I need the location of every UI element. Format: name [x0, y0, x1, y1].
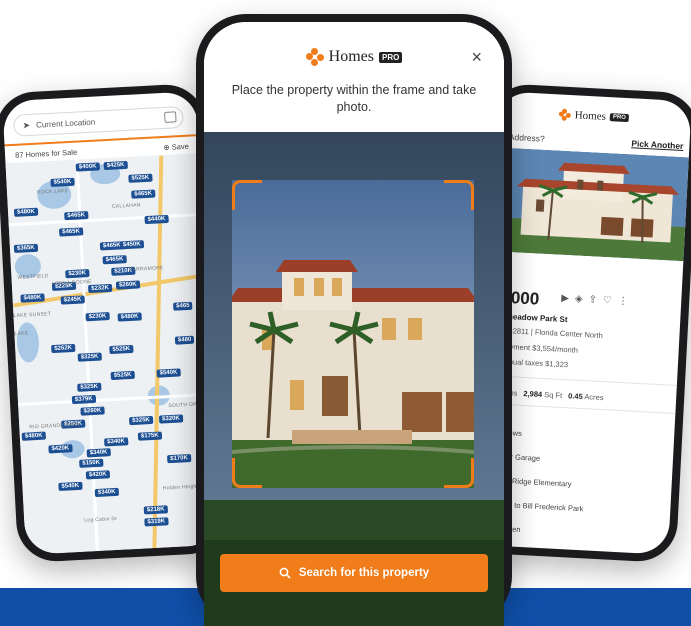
pro-badge: PRO [609, 113, 630, 123]
camera-screen: Homes PRO × Place the property within th… [204, 22, 504, 626]
frame-corner-top-left [232, 180, 262, 210]
location-arrow-icon: ➤ [22, 119, 31, 130]
map-area-label: LAKE [14, 330, 29, 338]
map-price-pin[interactable]: $465 [173, 301, 193, 311]
instruction-text: Place the property within the frame and … [231, 83, 477, 114]
marketing-stage: ➤ Current Location 87 Homes for Sale ⊕ S… [0, 0, 691, 626]
map-area-label: LORNA DOONE [51, 278, 92, 288]
map-area-label: SOUTH OR [168, 401, 198, 410]
play-icon[interactable]: ▶ [561, 293, 569, 304]
map-price-pin[interactable]: $325K [128, 415, 154, 426]
map-price-pin[interactable]: $420K [85, 470, 110, 480]
location-search-bar[interactable]: ➤ Current Location [12, 105, 184, 137]
share-icon[interactable]: ⇪ [588, 294, 597, 305]
map-area-label: CALLAHAN [111, 202, 141, 210]
map-price-pin[interactable]: $540K [58, 481, 83, 491]
map-area-label: Log Cabin Dr [84, 515, 118, 524]
map-price-pin[interactable]: $465K [102, 255, 127, 265]
pick-another-link[interactable]: Pick Another [631, 138, 684, 151]
map-price-pin[interactable]: $319K [144, 517, 169, 527]
map-price-pin[interactable]: $400K [75, 162, 100, 172]
street [8, 212, 209, 227]
map-price-pin[interactable]: $525K [110, 370, 135, 381]
favorite-icon[interactable]: ♡ [603, 295, 613, 306]
map-price-pin[interactable]: $525K [128, 173, 153, 183]
map-price-pin[interactable]: $320K [158, 414, 183, 424]
map-price-pin[interactable]: $325K [77, 352, 102, 362]
map-price-pin[interactable]: $465K [64, 211, 89, 221]
map-price-pin[interactable]: $450K [119, 240, 144, 250]
homes-count: 87 Homes for Sale [14, 147, 78, 160]
map-price-pin[interactable]: $540K [50, 177, 75, 187]
map-area-label: WESTFIELD [17, 273, 49, 281]
map-price-pin[interactable]: $540K [156, 368, 181, 378]
divider [483, 374, 677, 386]
frame-corner-bottom-left [232, 458, 262, 488]
map-price-pin[interactable]: $480K [13, 207, 38, 217]
map-price-pin[interactable]: $260K [115, 280, 140, 290]
listing-photo[interactable] [489, 147, 689, 262]
house-photo [489, 147, 689, 262]
homes-logo-icon [558, 108, 571, 121]
map-price-pin[interactable]: $150K [79, 458, 104, 468]
location-placeholder: Current Location [35, 117, 96, 130]
save-search-button[interactable]: ⊕ Save [163, 142, 189, 152]
map-price-pin[interactable]: $340K [94, 487, 119, 498]
map-price-pin[interactable]: $340K [86, 448, 111, 458]
more-icon[interactable]: ⋮ [618, 296, 629, 308]
map-price-pin[interactable]: $480K [21, 431, 46, 441]
center-phone: Homes PRO × Place the property within th… [196, 14, 512, 626]
map-price-pin[interactable]: $245K [60, 295, 85, 305]
brand-name: Homes [574, 109, 607, 123]
map-price-pin[interactable]: $232K [87, 283, 113, 294]
search-property-button[interactable]: Search for this property [220, 554, 488, 592]
map-price-pin[interactable]: $465K [131, 189, 156, 199]
map-price-pin[interactable]: $175K [137, 431, 162, 441]
map-price-pin[interactable]: $480 [174, 335, 195, 345]
map-price-pin[interactable]: $340K [104, 437, 129, 447]
map-price-pin[interactable]: $379K [71, 394, 96, 405]
map-price-pin[interactable]: $480K [20, 293, 45, 303]
homes-pro-logo: Homes PRO [204, 48, 504, 66]
frame-corner-bottom-right [444, 458, 474, 488]
map-screen: ➤ Current Location 87 Homes for Sale ⊕ S… [2, 91, 220, 555]
view-3d-icon[interactable]: ◈ [575, 294, 583, 305]
house-photo [232, 180, 474, 488]
map-price-pin[interactable]: $218K [143, 505, 168, 515]
map-price-pin[interactable]: $230K [85, 312, 110, 322]
map-price-pin[interactable]: $230K [65, 269, 90, 279]
map-price-pin[interactable]: $425K [103, 160, 128, 171]
map-area-label: LAKE SUNSET [13, 311, 52, 320]
left-phone: ➤ Current Location 87 Homes for Sale ⊕ S… [0, 82, 229, 564]
homes-pro-logo: Homes PRO [497, 105, 691, 127]
map-price-pin[interactable]: $440K [144, 214, 169, 225]
map-price-pin[interactable]: $260K [80, 406, 105, 416]
lake-shape [15, 321, 40, 363]
map-price-pin[interactable]: $365K [13, 243, 38, 253]
map-price-pin[interactable]: $262K [51, 343, 76, 354]
map-area-label: RIO GRANDE PARK [29, 421, 81, 431]
acres-stat: 0.45 Acres [567, 391, 604, 403]
pro-badge: PRO [378, 51, 403, 63]
listing-actions: ▶ ◈ ⇪ ♡ ⋮ [561, 293, 628, 307]
close-icon[interactable]: × [471, 48, 482, 66]
map-price-pin[interactable]: $480K [117, 312, 142, 322]
map-view[interactable]: $400K $425K $540K $525K $465K $480K $465K $440K… [5, 153, 220, 555]
homes-logo-icon [305, 48, 324, 66]
map-price-pin[interactable]: $525K [109, 344, 134, 355]
map-price-pin[interactable]: $325K [77, 382, 102, 392]
map-price-pin[interactable]: $420K [48, 444, 73, 454]
sqft-stat: 2,984 Sq Ft [523, 388, 563, 401]
camera-icon[interactable] [164, 111, 177, 123]
search-icon [279, 567, 291, 579]
frame-corner-top-right [444, 180, 474, 210]
framed-property-photo [232, 180, 474, 488]
search-button-label: Search for this property [298, 567, 430, 579]
map-price-pin[interactable]: $170K [166, 454, 192, 464]
map-price-pin[interactable]: $465K [58, 227, 84, 237]
brand-name: Homes [328, 48, 374, 65]
camera-header: Homes PRO × Place the property within th… [204, 22, 504, 132]
